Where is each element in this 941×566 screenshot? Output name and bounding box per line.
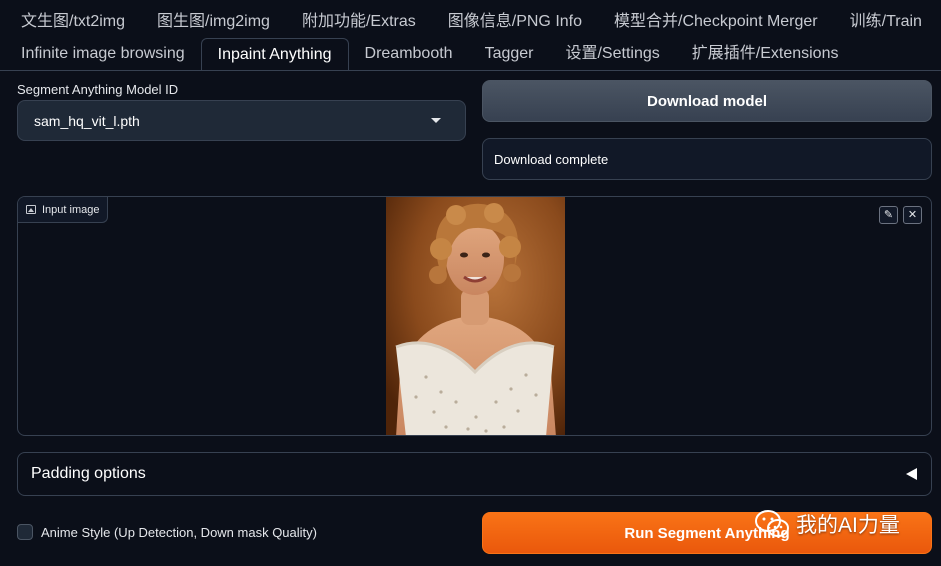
- anime-style-option[interactable]: Anime Style (Up Detection, Down mask Qua…: [17, 524, 317, 540]
- input-image-preview[interactable]: [386, 197, 565, 435]
- model-id-label: Segment Anything Model ID: [17, 82, 179, 97]
- tab-txt2img[interactable]: 文生图/txt2img: [0, 6, 141, 38]
- anime-style-checkbox[interactable]: [17, 524, 33, 540]
- tab-settings[interactable]: 设置/Settings: [549, 38, 675, 70]
- tab-extensions[interactable]: 扩展插件/Extensions: [676, 38, 855, 70]
- run-segment-anything-button[interactable]: Run Segment Anything: [482, 512, 932, 554]
- tab-tagger[interactable]: Tagger: [469, 38, 550, 70]
- tab-bar-row-1: 文生图/txt2img 图生图/img2img 附加功能/Extras 图像信息…: [0, 6, 938, 38]
- model-id-dropdown[interactable]: sam_hq_vit_l.pth: [17, 100, 466, 141]
- tab-infinite-image-browsing[interactable]: Infinite image browsing: [0, 38, 201, 70]
- tab-dreambooth[interactable]: Dreambooth: [349, 38, 469, 70]
- download-model-button[interactable]: Download model: [482, 80, 932, 122]
- anime-style-label: Anime Style (Up Detection, Down mask Qua…: [41, 524, 317, 540]
- image-panel-tools: ✎ ✕: [879, 206, 922, 224]
- input-image-label-text: Input image: [42, 203, 100, 216]
- tab-img2img[interactable]: 图生图/img2img: [141, 6, 286, 38]
- tab-extras[interactable]: 附加功能/Extras: [286, 6, 432, 38]
- padding-options-accordion[interactable]: Padding options: [17, 452, 932, 496]
- close-icon[interactable]: ✕: [903, 206, 922, 224]
- input-image-label: Input image: [18, 197, 109, 223]
- tab-checkpoint-merger[interactable]: 模型合并/Checkpoint Merger: [598, 6, 834, 38]
- model-id-value: sam_hq_vit_l.pth: [34, 112, 140, 129]
- chevron-left-icon: [906, 468, 917, 480]
- tab-inpaint-anything[interactable]: Inpaint Anything: [200, 37, 349, 71]
- tab-train[interactable]: 训练/Train: [834, 6, 938, 38]
- image-icon: [26, 205, 36, 214]
- download-status: Download complete: [482, 138, 932, 180]
- tab-png-info[interactable]: 图像信息/PNG Info: [432, 6, 598, 38]
- portrait-illustration: [386, 197, 565, 435]
- edit-icon[interactable]: ✎: [879, 206, 898, 224]
- chevron-down-icon: [431, 118, 441, 123]
- tab-bar-row-2: Infinite image browsing Inpaint Anything…: [0, 37, 855, 71]
- padding-options-label: Padding options: [31, 465, 146, 482]
- input-image-panel[interactable]: Input image ✎ ✕: [17, 196, 932, 436]
- tab-divider: [0, 70, 941, 71]
